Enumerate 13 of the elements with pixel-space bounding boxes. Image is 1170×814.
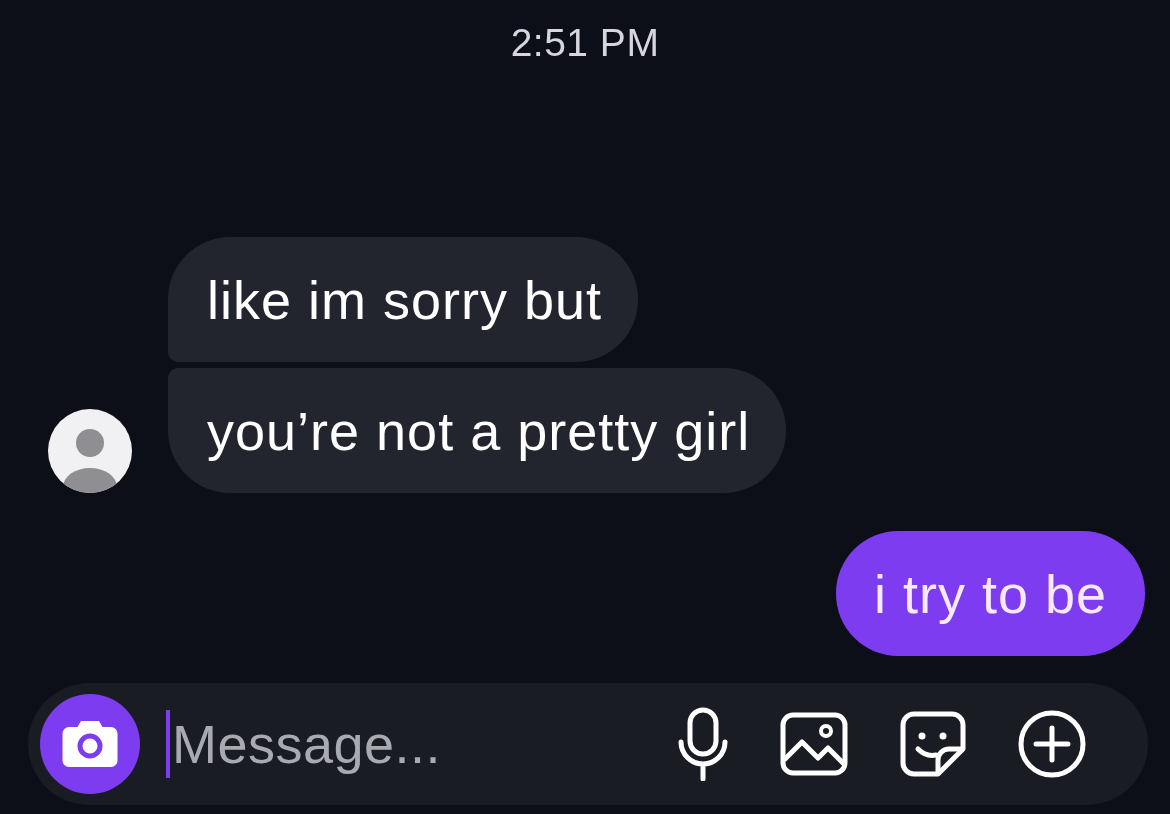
received-message: like im sorry but [168,237,639,362]
received-message: you’re not a pretty girl [168,368,787,493]
avatar-icon [48,409,132,493]
timestamp: 2:51 PM [510,20,660,66]
camera-icon [62,720,118,768]
microphone-icon[interactable] [678,707,728,781]
image-icon[interactable] [780,712,848,776]
sticker-icon[interactable] [900,711,966,777]
text-cursor-icon [166,710,170,778]
message-input[interactable]: Message... [170,711,678,777]
sent-message: i try to be [835,531,1145,656]
camera-button[interactable] [40,694,140,794]
add-icon[interactable] [1018,710,1086,778]
